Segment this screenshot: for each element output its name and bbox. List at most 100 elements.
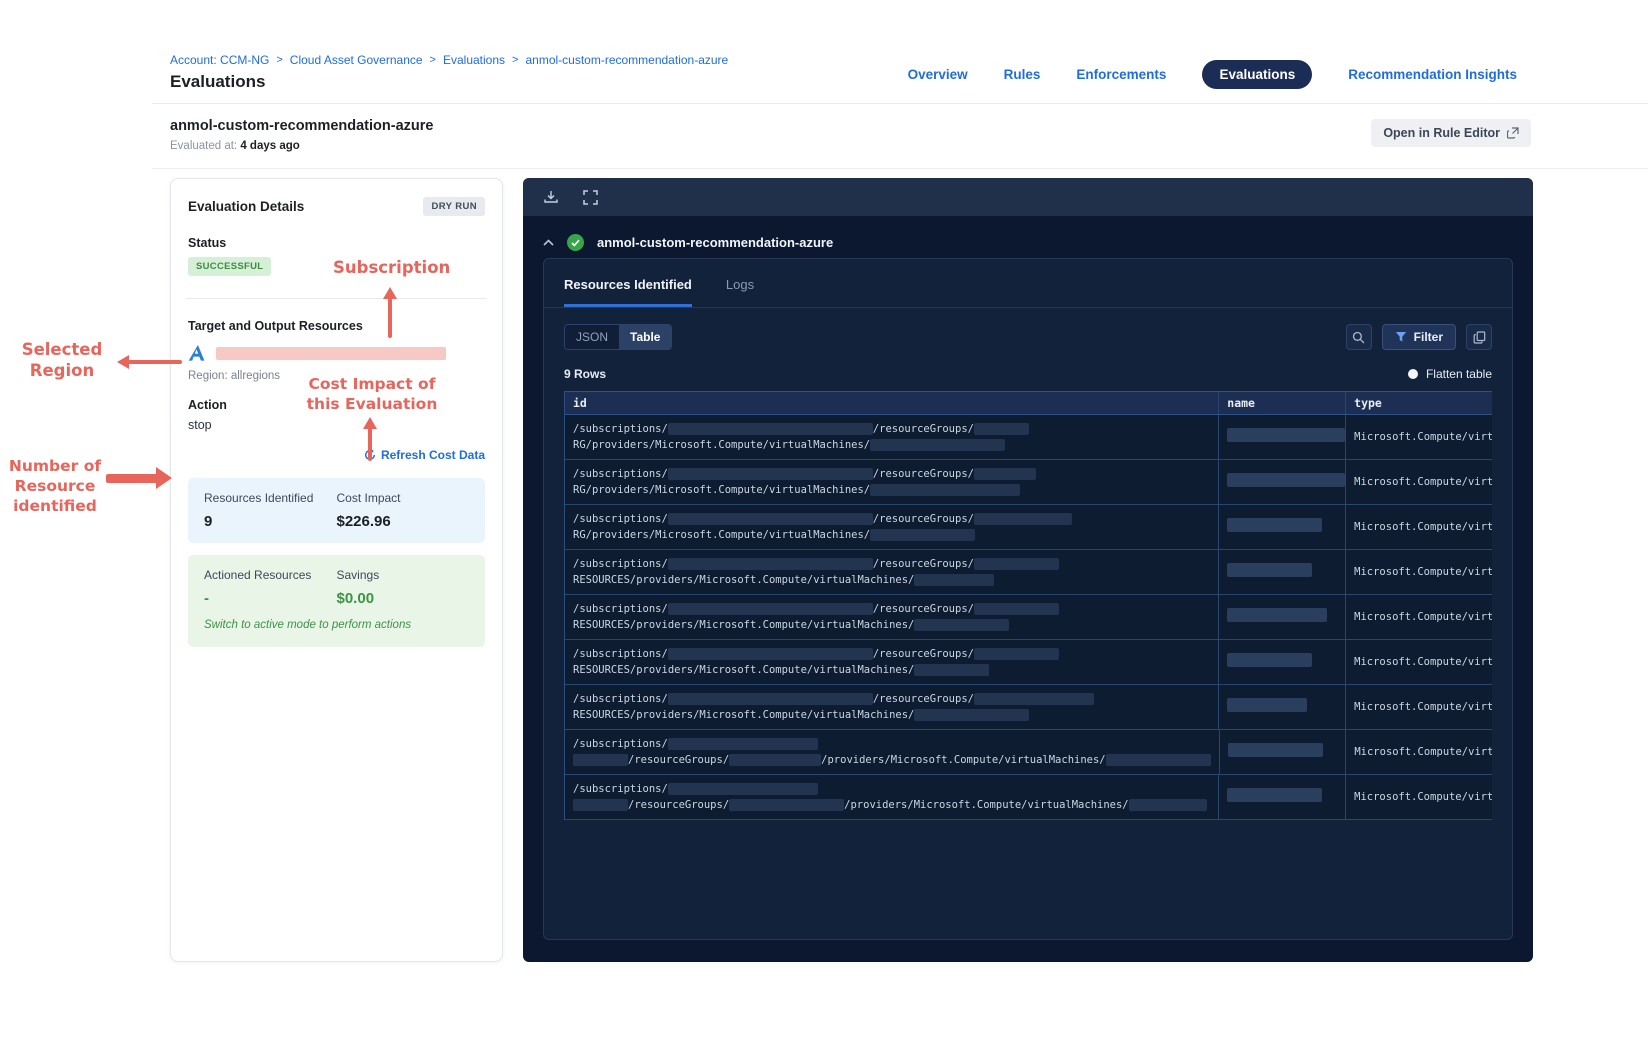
redacted-value	[914, 664, 990, 676]
top-header: Account: CCM-NG > Cloud Asset Governance…	[152, 0, 1648, 104]
azure-icon	[188, 345, 208, 361]
redacted-value	[914, 574, 995, 586]
table-row: /subscriptions//resourceGroups//provider…	[565, 730, 1492, 775]
redacted-name	[1227, 652, 1313, 667]
rows-bar: 9 Rows Flatten table	[564, 367, 1492, 381]
tab-rules[interactable]: Rules	[1004, 67, 1041, 82]
rule-subheader: anmol-custom-recommendation-azure Evalua…	[152, 105, 1648, 169]
results-table-body: /subscriptions//resourceGroups/RG/provid…	[565, 415, 1492, 820]
evaluation-result-header[interactable]: anmol-custom-recommendation-azure	[523, 216, 1533, 251]
search-button[interactable]	[1345, 324, 1372, 350]
redacted-value	[667, 648, 873, 660]
redacted-value	[870, 439, 1006, 451]
cell-type: Microsoft.Compute/virtu	[1354, 521, 1492, 533]
redacted-name	[1227, 607, 1328, 622]
annotation-subscription: Subscription	[333, 258, 451, 277]
breadcrumb-separator: >	[429, 54, 436, 66]
view-toggle-table[interactable]: Table	[619, 325, 672, 349]
breadcrumb-rule-name[interactable]: anmol-custom-recommendation-azure	[525, 53, 728, 67]
breadcrumb-governance[interactable]: Cloud Asset Governance	[290, 53, 423, 67]
cell-name	[1219, 550, 1347, 594]
redacted-value	[973, 513, 1072, 525]
cell-type: Microsoft.Compute/virtu	[1354, 746, 1492, 758]
download-button[interactable]	[543, 189, 559, 205]
cell-type: Microsoft.Compute/virtu	[1354, 701, 1492, 713]
breadcrumb-separator: >	[276, 54, 283, 66]
tab-logs[interactable]: Logs	[726, 277, 754, 307]
redacted-value	[870, 529, 976, 541]
redacted-value	[573, 754, 628, 766]
redacted-value	[729, 799, 845, 811]
redacted-value	[667, 603, 873, 615]
column-header-type: type	[1354, 396, 1382, 410]
cell-name	[1219, 775, 1347, 819]
cell-name	[1219, 415, 1347, 459]
nav-tabs: Overview Rules Enforcements Evaluations …	[908, 60, 1517, 89]
chevron-up-icon[interactable]	[543, 239, 554, 246]
cell-id: /subscriptions//resourceGroups/RG/provid…	[565, 505, 1220, 549]
annotation-arrow-shaft	[106, 474, 158, 483]
flatten-table-toggle[interactable]: Flatten table	[1407, 367, 1492, 381]
annotation-cost-impact: Cost Impact of this Evaluation	[306, 375, 438, 413]
breadcrumb-separator: >	[512, 54, 519, 66]
view-toggle-json[interactable]: JSON	[565, 325, 620, 349]
fullscreen-button[interactable]	[583, 189, 598, 205]
tab-enforcements[interactable]: Enforcements	[1076, 67, 1166, 82]
redacted-value	[667, 423, 873, 435]
redacted-value	[973, 468, 1036, 480]
results-card: Resources Identified Logs JSON Table Fil…	[543, 258, 1513, 940]
results-table-header: id name type	[565, 391, 1492, 415]
open-rule-editor-button[interactable]: Open in Rule Editor	[1371, 119, 1531, 147]
breadcrumb: Account: CCM-NG > Cloud Asset Governance…	[170, 53, 728, 67]
table-row: /subscriptions//resourceGroups/RG/provid…	[565, 415, 1492, 460]
evaluated-at: Evaluated at: 4 days ago	[170, 140, 300, 152]
cell-id: /subscriptions//resourceGroups//provider…	[565, 775, 1220, 819]
redacted-name	[1227, 427, 1346, 442]
redacted-value	[1128, 799, 1207, 811]
redacted-value	[667, 693, 873, 705]
page-title: Evaluations	[170, 72, 266, 91]
cell-name	[1219, 505, 1347, 549]
cell-name	[1219, 460, 1347, 504]
divider	[186, 298, 487, 299]
tab-overview[interactable]: Overview	[908, 67, 968, 82]
redacted-value	[914, 709, 1030, 721]
savings-label: Savings	[336, 568, 380, 582]
savings-value: $0.00	[336, 590, 375, 607]
breadcrumb-evaluations[interactable]: Evaluations	[443, 53, 505, 67]
copy-button[interactable]	[1466, 324, 1492, 350]
cell-id: /subscriptions//resourceGroups/RESOURCES…	[565, 685, 1220, 729]
tab-recommendation-insights[interactable]: Recommendation Insights	[1348, 67, 1517, 82]
dry-run-badge: DRY RUN	[423, 197, 485, 216]
breadcrumb-account[interactable]: Account: CCM-NG	[170, 53, 269, 67]
results-tabs: Resources Identified Logs	[544, 259, 1512, 308]
filter-button[interactable]: Filter	[1381, 324, 1456, 350]
search-icon	[1352, 331, 1365, 344]
table-row: /subscriptions//resourceGroups/RG/provid…	[565, 505, 1492, 550]
redacted-value	[667, 468, 873, 480]
evaluation-details-card: Evaluation Details DRY RUN Status SUCCES…	[170, 178, 503, 962]
redacted-value	[667, 513, 873, 525]
actioned-resources-label: Actioned Resources	[204, 568, 312, 582]
redacted-name	[1227, 472, 1346, 487]
flatten-radio-icon	[1407, 369, 1418, 379]
cell-name	[1219, 685, 1347, 729]
action-value: stop	[188, 418, 212, 432]
table-row: /subscriptions//resourceGroups/RESOURCES…	[565, 640, 1492, 685]
resources-identified-value: 9	[204, 513, 213, 530]
redacted-value	[729, 754, 822, 766]
annotation-arrow-right-count	[156, 467, 172, 489]
evaluation-output-panel: anmol-custom-recommendation-azure Resour…	[523, 178, 1533, 962]
cell-type: Microsoft.Compute/virtu	[1354, 431, 1492, 443]
redacted-value	[573, 799, 628, 811]
tab-evaluations[interactable]: Evaluations	[1202, 60, 1313, 89]
external-link-icon	[1507, 127, 1519, 139]
cost-impact-label: Cost Impact	[336, 491, 401, 505]
refresh-cost-data-link[interactable]: Refresh Cost Data	[364, 448, 485, 462]
cost-impact-value: $226.96	[336, 513, 391, 530]
tab-resources-identified[interactable]: Resources Identified	[564, 277, 692, 307]
results-controls: JSON Table Filter	[564, 324, 1492, 350]
cell-name	[1219, 595, 1347, 639]
cell-id: /subscriptions//resourceGroups/RG/provid…	[565, 460, 1220, 504]
redacted-name	[1227, 742, 1323, 757]
